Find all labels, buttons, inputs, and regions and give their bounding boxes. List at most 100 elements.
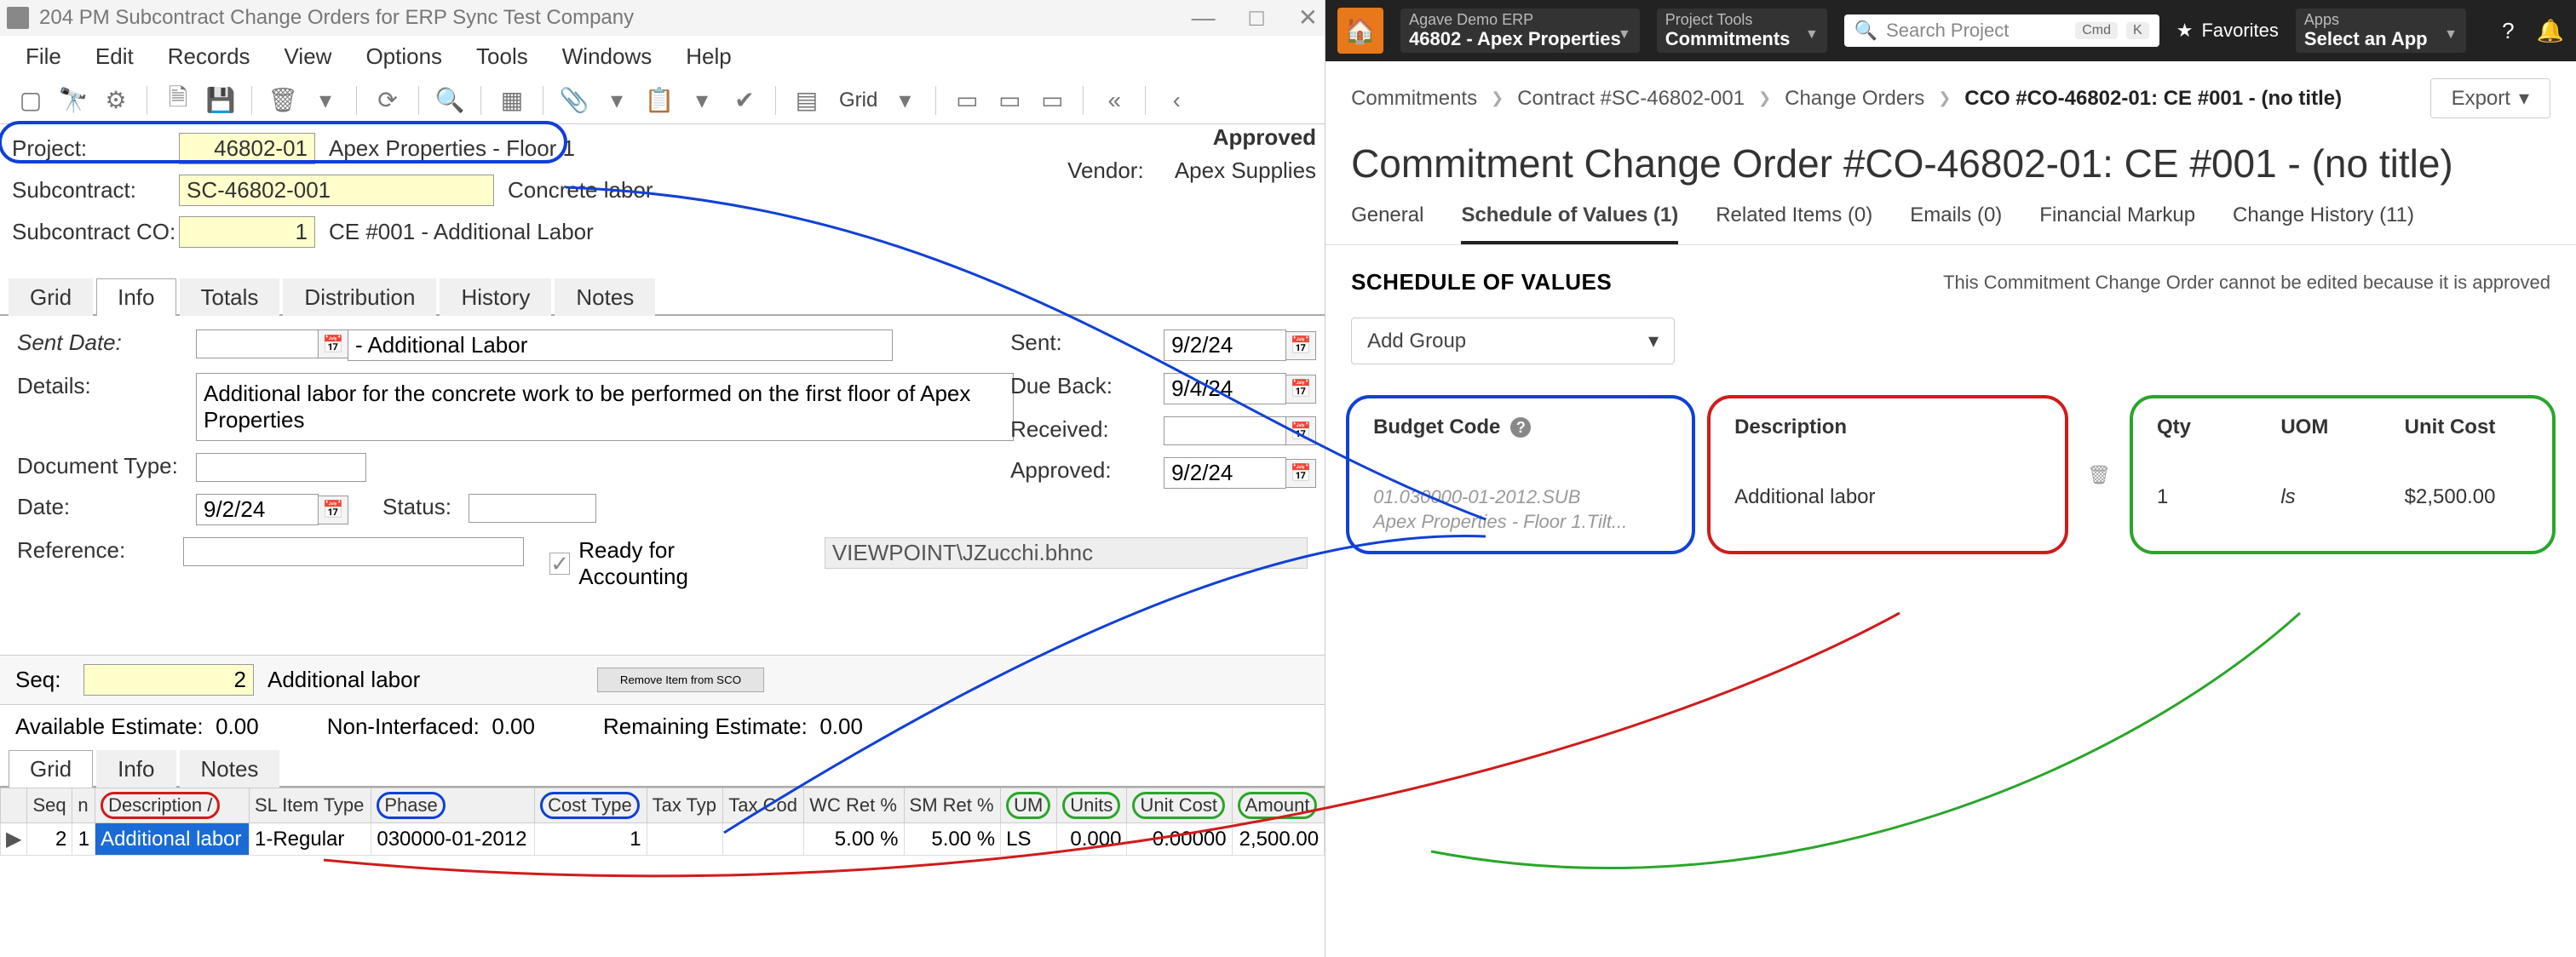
tools-selector[interactable]: Project Tools Commitments ▼ — [1657, 9, 1827, 53]
page-icon[interactable]: 🗎 — [163, 85, 193, 116]
tab-info[interactable]: Info — [96, 278, 175, 316]
appr-field[interactable]: 9/2/24 — [1164, 457, 1286, 489]
col-tc[interactable]: Tax Cod — [723, 788, 804, 823]
doc-type-field[interactable] — [196, 453, 366, 482]
grid-icon[interactable]: ▦ — [497, 85, 527, 116]
calendar-icon[interactable]: 📅 — [1285, 331, 1316, 360]
crumb-change-orders[interactable]: Change Orders — [1785, 87, 1924, 111]
col-tt[interactable]: Tax Typ — [647, 788, 723, 823]
export-button[interactable]: Export ▾ — [2430, 78, 2550, 118]
minimize-button[interactable]: — — [1192, 6, 1216, 30]
home-button[interactable]: 🏠 — [1337, 8, 1383, 54]
recv-field[interactable] — [1164, 416, 1286, 445]
menu-windows[interactable]: Windows — [562, 43, 652, 70]
erp-selector[interactable]: Agave Demo ERP 46802 - Apex Properties ▼ — [1400, 9, 1640, 53]
col-um[interactable]: UM — [1001, 788, 1057, 823]
search-icon[interactable]: 🔍 — [434, 85, 465, 116]
col-sl[interactable]: SL Item Type — [249, 788, 371, 823]
sent-date-field[interactable] — [196, 330, 319, 358]
panel3-icon[interactable]: ▭ — [1037, 85, 1067, 116]
collapse-icon[interactable]: « — [1099, 85, 1130, 116]
col-units[interactable]: Units — [1057, 788, 1127, 823]
menu-options[interactable]: Options — [365, 43, 442, 70]
chevron-down-icon[interactable]: ▾ — [889, 85, 920, 116]
col-wc[interactable]: WC Ret % — [804, 788, 904, 823]
sent-date-suffix[interactable]: - Additional Labor — [348, 330, 893, 361]
subtab-notes[interactable]: Notes — [180, 750, 280, 788]
trash-icon[interactable]: 🗑 — [2087, 464, 2111, 486]
reference-field[interactable] — [183, 537, 524, 566]
details-field[interactable]: Additional labor for the concrete work t… — [196, 373, 1014, 441]
add-group-select[interactable]: Add Group ▾ — [1351, 318, 1675, 364]
col-phase[interactable]: Phase — [371, 788, 535, 823]
chevron-down-icon[interactable]: ▾ — [687, 85, 717, 116]
subcontract-number-field[interactable]: SC-46802-001 — [179, 175, 494, 206]
wtab-related[interactable]: Related Items (0) — [1716, 203, 1872, 244]
bell-icon[interactable]: 🔔 — [2537, 18, 2564, 44]
search-input[interactable]: 🔍 Search Project Cmd K — [1844, 14, 2159, 47]
calendar-icon[interactable]: 📅 — [1285, 416, 1316, 445]
tab-grid[interactable]: Grid — [9, 278, 93, 316]
help-icon[interactable]: ? — [2502, 18, 2514, 44]
close-button[interactable]: ✕ — [1298, 6, 1318, 30]
trash-icon[interactable]: 🗑 — [267, 85, 298, 116]
menu-help[interactable]: Help — [686, 43, 731, 70]
spellcheck-icon[interactable]: ✔ — [729, 85, 760, 116]
tab-totals[interactable]: Totals — [180, 278, 280, 316]
favorites-link[interactable]: ★ Favorites — [2176, 20, 2279, 42]
back-icon[interactable]: ‹ — [1161, 85, 1192, 116]
seq-num-field[interactable]: 2 — [83, 664, 254, 696]
panel1-icon[interactable]: ▭ — [952, 85, 982, 116]
crumb-contract[interactable]: Contract #SC-46802-001 — [1517, 87, 1745, 111]
col-sm[interactable]: SM Ret % — [904, 788, 1001, 823]
ready-checkbox[interactable]: ✓ — [549, 553, 570, 575]
sco-number-field[interactable]: 1 — [179, 216, 315, 248]
wtab-general[interactable]: General — [1351, 203, 1423, 244]
col-ct[interactable]: Cost Type — [535, 788, 647, 823]
menu-tools[interactable]: Tools — [476, 43, 528, 70]
subtab-info[interactable]: Info — [96, 750, 175, 788]
tab-distribution[interactable]: Distribution — [283, 278, 436, 316]
calendar-icon[interactable]: 📅 — [318, 496, 348, 524]
wtab-sov[interactable]: Schedule of Values (1) — [1461, 203, 1678, 244]
save-icon[interactable]: 💾 — [205, 85, 236, 116]
col-seq[interactable]: Seq — [27, 788, 72, 823]
col-n[interactable]: n — [72, 788, 95, 823]
crumb-commitments[interactable]: Commitments — [1351, 87, 1477, 111]
gear-icon[interactable]: ⚙ — [101, 85, 131, 116]
apps-selector[interactable]: Apps Select an App ▼ — [2296, 9, 2466, 53]
date-field[interactable]: 9/2/24 — [196, 494, 319, 525]
table-icon[interactable]: ▤ — [791, 85, 822, 116]
menu-file[interactable]: File — [26, 43, 61, 70]
attach-icon[interactable]: 📎 — [559, 85, 589, 116]
maximize-button[interactable]: □ — [1250, 6, 1264, 30]
chevron-down-icon[interactable]: ▾ — [310, 85, 341, 116]
col-amt[interactable]: Amount — [1232, 788, 1324, 823]
remove-item-button[interactable]: Remove Item from SCO — [597, 668, 764, 692]
tab-history[interactable]: History — [440, 278, 551, 316]
status-field[interactable] — [469, 494, 596, 523]
calendar-icon[interactable]: 📅 — [318, 330, 348, 358]
menu-view[interactable]: View — [285, 43, 332, 70]
wtab-history[interactable]: Change History (11) — [2233, 203, 2414, 244]
due-field[interactable]: 9/4/24 — [1164, 373, 1286, 404]
menu-records[interactable]: Records — [168, 43, 250, 70]
subtab-grid[interactable]: Grid — [9, 750, 93, 788]
panel2-icon[interactable]: ▭ — [994, 85, 1025, 116]
cell-desc[interactable]: Additional labor — [95, 823, 250, 856]
wtab-emails[interactable]: Emails (0) — [1910, 203, 2002, 244]
calendar-icon[interactable]: 📅 — [1285, 459, 1316, 488]
menu-edit[interactable]: Edit — [95, 43, 134, 70]
col-desc[interactable]: Description / — [95, 788, 250, 823]
clipboard-icon[interactable]: 📋 — [644, 85, 675, 116]
wtab-fin[interactable]: Financial Markup — [2039, 203, 2195, 244]
project-number-field[interactable]: 46802-01 — [179, 133, 315, 164]
chevron-down-icon[interactable]: ▾ — [601, 85, 632, 116]
binoculars-icon[interactable]: 🔭 — [58, 85, 89, 116]
col-uc[interactable]: Unit Cost — [1127, 788, 1232, 823]
new-icon[interactable]: ▢ — [15, 85, 46, 116]
tab-notes[interactable]: Notes — [555, 278, 655, 316]
refresh-icon[interactable]: ⟳ — [372, 85, 403, 116]
calendar-icon[interactable]: 📅 — [1285, 375, 1316, 404]
table-row[interactable]: ▶ 2 1 Additional labor 1-Regular 030000-… — [1, 823, 1325, 856]
